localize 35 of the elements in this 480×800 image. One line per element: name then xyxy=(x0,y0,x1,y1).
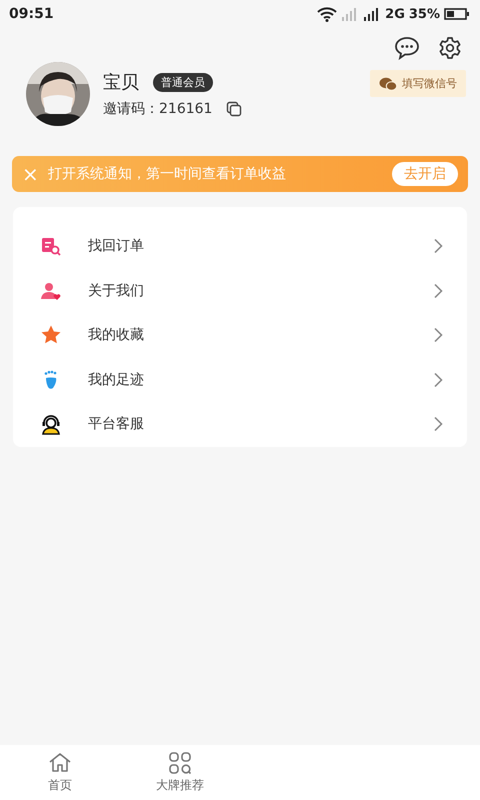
menu-label: 找回订单 xyxy=(88,237,145,256)
menu-item[interactable]: 平台客服 xyxy=(13,402,467,446)
chevron-right-icon xyxy=(433,372,443,388)
menu-item[interactable]: 我的足迹 xyxy=(13,358,467,402)
user-name: 宝贝 xyxy=(103,71,139,94)
menu-label: 平台客服 xyxy=(88,415,145,434)
menu-label: 我的足迹 xyxy=(88,370,145,389)
order-search-icon xyxy=(40,235,62,258)
chevron-right-icon xyxy=(433,238,443,254)
invite-code: 邀请码：216161 xyxy=(103,100,212,118)
chevron-right-icon xyxy=(433,327,443,344)
clock-time: 09:51 xyxy=(9,6,54,22)
wechat-button[interactable]: 填写微信号 xyxy=(370,70,466,97)
menu-label: 我的收藏 xyxy=(88,326,145,344)
notice-text: 打开系统通知，第一时间查看订单收益 xyxy=(48,165,287,183)
chevron-right-icon xyxy=(433,282,443,299)
menu-item[interactable]: 找回订单 xyxy=(13,224,467,268)
wifi-icon xyxy=(317,6,338,22)
menu-label: 关于我们 xyxy=(88,282,145,300)
grid-search-icon xyxy=(167,751,193,775)
chat-icon[interactable] xyxy=(394,36,420,60)
tab-button[interactable]: 首页 xyxy=(0,745,120,800)
home-icon xyxy=(47,751,73,775)
menu-item[interactable]: 我的收藏 xyxy=(13,313,467,358)
menu-item[interactable]: 关于我们 xyxy=(13,268,467,313)
copy-icon[interactable] xyxy=(226,101,242,117)
member-badge: 普通会员 xyxy=(153,72,213,92)
headset-person-icon xyxy=(40,413,62,436)
settings-icon[interactable] xyxy=(438,36,462,60)
tab-button[interactable]: 大牌推荐 xyxy=(120,745,240,800)
chevron-right-icon xyxy=(433,416,443,432)
battery-icon xyxy=(444,8,470,20)
network-label: 2G xyxy=(385,6,405,22)
chat-bubbles-icon xyxy=(379,76,397,90)
battery-percent: 35% xyxy=(408,6,440,22)
